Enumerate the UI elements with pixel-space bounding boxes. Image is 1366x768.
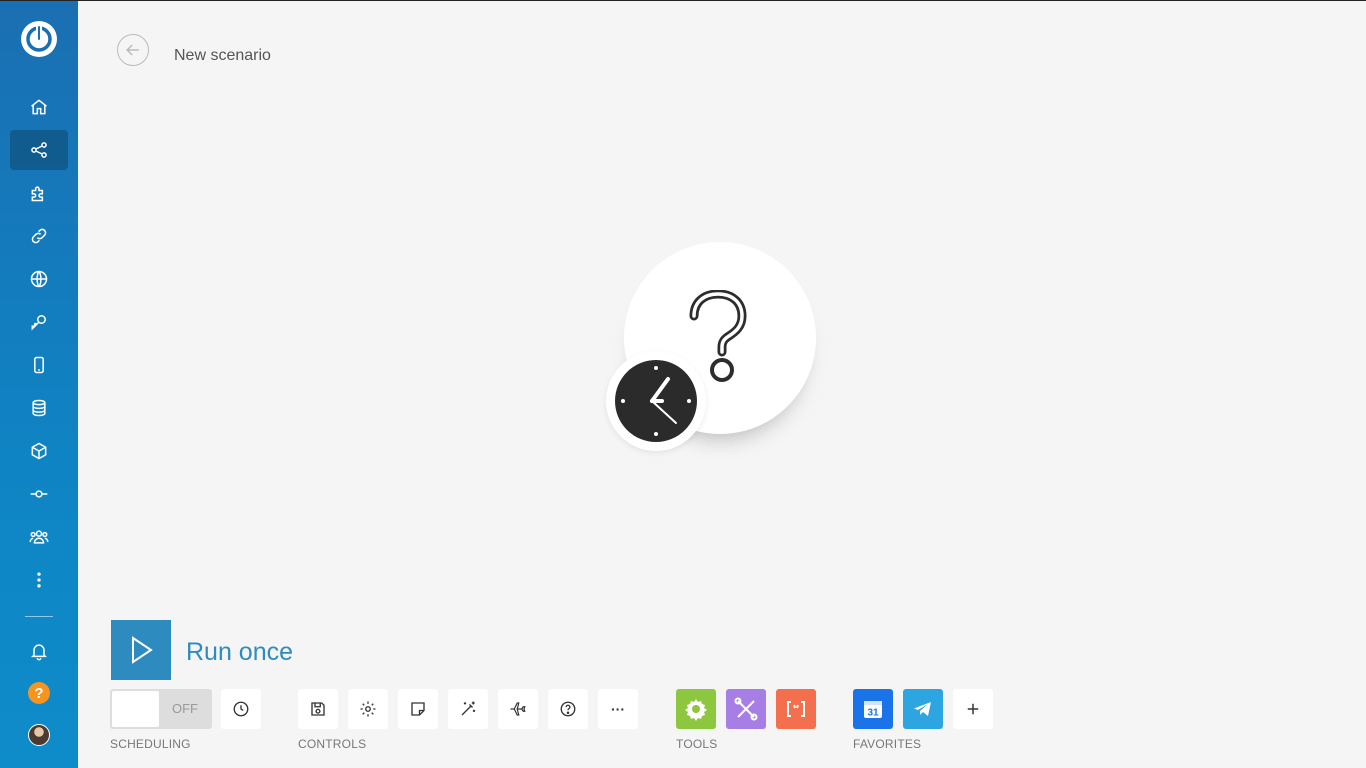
add-favorite-button[interactable] bbox=[953, 689, 993, 729]
sidebar-item-data-structures[interactable] bbox=[10, 431, 68, 471]
puzzle-icon bbox=[31, 186, 44, 202]
text-parser-tool-button[interactable] bbox=[776, 689, 816, 729]
calendar-icon: 31 bbox=[864, 701, 882, 719]
save-icon bbox=[311, 702, 325, 716]
users-icon bbox=[29, 530, 49, 544]
avatar bbox=[28, 724, 50, 746]
more-options-button[interactable]: ··· bbox=[598, 689, 638, 729]
clock-icon bbox=[615, 360, 697, 442]
sidebar-item-webhooks[interactable] bbox=[10, 259, 68, 299]
schedule-settings-button[interactable] bbox=[221, 689, 261, 729]
sidebar-item-devices[interactable] bbox=[10, 345, 68, 385]
sidebar-item-templates[interactable] bbox=[10, 173, 68, 213]
save-button[interactable] bbox=[298, 689, 338, 729]
run-once-button[interactable] bbox=[111, 620, 171, 680]
section-label-tools: TOOLS bbox=[676, 737, 718, 751]
sidebar: ? bbox=[0, 1, 78, 768]
sidebar-item-keys[interactable] bbox=[10, 302, 68, 342]
notifications-button[interactable] bbox=[10, 631, 68, 671]
make-logo-icon[interactable] bbox=[21, 21, 57, 57]
arrow-left-icon bbox=[126, 44, 139, 56]
google-calendar-favorite[interactable]: 31 bbox=[853, 689, 893, 729]
sidebar-item-home[interactable] bbox=[10, 87, 68, 127]
svg-text:31: 31 bbox=[867, 708, 879, 719]
clock-icon bbox=[233, 701, 249, 717]
sidebar-item-data-stores[interactable] bbox=[10, 388, 68, 428]
home-icon bbox=[31, 99, 47, 115]
help-docs-button[interactable] bbox=[548, 689, 588, 729]
mobile-icon bbox=[34, 356, 44, 374]
scheduling-toggle[interactable]: OFF bbox=[110, 689, 212, 729]
telegram-icon bbox=[914, 702, 931, 716]
note-icon bbox=[411, 702, 425, 716]
section-label-scheduling: SCHEDULING bbox=[110, 737, 191, 751]
gear-icon bbox=[360, 701, 376, 717]
scenario-title[interactable]: New scenario bbox=[174, 47, 271, 65]
commit-icon bbox=[30, 490, 48, 498]
scenario-settings-button[interactable] bbox=[348, 689, 388, 729]
back-button[interactable] bbox=[117, 34, 149, 66]
sidebar-item-connections[interactable] bbox=[10, 216, 68, 256]
toggle-knob bbox=[112, 691, 159, 727]
airplane-icon bbox=[510, 702, 526, 716]
brackets-icon bbox=[787, 701, 805, 717]
run-once-label[interactable]: Run once bbox=[186, 638, 293, 667]
explain-flow-button[interactable] bbox=[498, 689, 538, 729]
telegram-favorite[interactable] bbox=[903, 689, 943, 729]
sidebar-item-custom-apps[interactable] bbox=[10, 474, 68, 514]
magic-wand-icon bbox=[461, 701, 476, 716]
wrench-cross-icon bbox=[734, 697, 758, 721]
link-icon bbox=[31, 228, 47, 244]
plus-icon bbox=[967, 703, 979, 715]
add-note-button[interactable] bbox=[398, 689, 438, 729]
database-icon bbox=[32, 399, 46, 417]
toggle-state-label: OFF bbox=[172, 701, 198, 716]
sidebar-divider bbox=[25, 616, 53, 617]
bell-icon bbox=[30, 644, 48, 661]
flow-control-tool-button[interactable] bbox=[676, 689, 716, 729]
section-label-controls: CONTROLS bbox=[298, 737, 367, 751]
globe-icon bbox=[30, 270, 48, 288]
user-menu[interactable] bbox=[10, 715, 68, 755]
sidebar-item-team[interactable] bbox=[10, 517, 68, 557]
help-icon: ? bbox=[28, 682, 50, 704]
help-button[interactable]: ? bbox=[10, 673, 68, 713]
scheduler-clock-button[interactable] bbox=[606, 351, 706, 451]
play-icon bbox=[132, 636, 153, 664]
gear-icon bbox=[685, 699, 707, 721]
more-vertical-icon bbox=[37, 572, 41, 588]
auto-align-button[interactable] bbox=[448, 689, 488, 729]
tools-tool-button[interactable] bbox=[726, 689, 766, 729]
cube-icon bbox=[31, 442, 47, 460]
sidebar-item-more[interactable] bbox=[10, 560, 68, 600]
section-label-favorites: FAVORITES bbox=[853, 737, 922, 751]
key-icon bbox=[31, 315, 46, 331]
sidebar-item-scenarios[interactable] bbox=[10, 130, 68, 170]
question-circle-icon bbox=[560, 701, 576, 717]
share-icon bbox=[31, 142, 47, 158]
